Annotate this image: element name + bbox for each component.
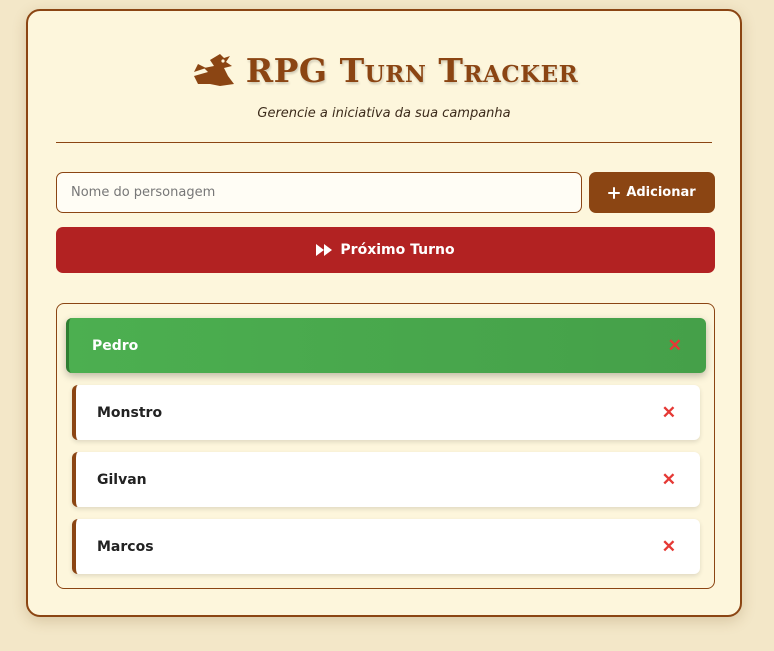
character-name: Pedro bbox=[92, 337, 139, 354]
dragon-icon bbox=[193, 54, 234, 86]
turn-item[interactable]: Monstro ✕ bbox=[72, 385, 700, 440]
next-turn-button[interactable]: Próximo Turno bbox=[56, 227, 715, 273]
turn-item[interactable]: Marcos ✕ bbox=[72, 519, 700, 574]
character-name-input[interactable] bbox=[56, 172, 582, 213]
remove-button[interactable]: ✕ bbox=[662, 471, 676, 488]
remove-button[interactable]: ✕ bbox=[662, 538, 676, 555]
character-name: Gilvan bbox=[97, 471, 147, 488]
next-turn-label: Próximo Turno bbox=[340, 242, 455, 258]
page-title: RPG Turn Tracker bbox=[245, 50, 579, 90]
header: RPG Turn Tracker bbox=[28, 45, 740, 95]
remove-button[interactable]: ✕ bbox=[668, 337, 682, 354]
turn-order-list: Pedro ✕ Monstro ✕ Gilvan ✕ Marcos ✕ bbox=[56, 303, 715, 589]
add-button-label: Adicionar bbox=[626, 185, 696, 200]
character-name: Marcos bbox=[97, 538, 154, 555]
turn-item[interactable]: Gilvan ✕ bbox=[72, 452, 700, 507]
turn-item-active[interactable]: Pedro ✕ bbox=[66, 318, 706, 373]
remove-button[interactable]: ✕ bbox=[662, 404, 676, 421]
add-button[interactable]: Adicionar bbox=[589, 172, 715, 213]
plus-icon bbox=[608, 186, 621, 199]
header-divider bbox=[56, 142, 712, 143]
tracker-card: RPG Turn Tracker Gerencie a iniciativa d… bbox=[26, 9, 742, 617]
character-name: Monstro bbox=[97, 404, 163, 421]
fast-forward-icon bbox=[316, 244, 333, 256]
page-subtitle: Gerencie a iniciativa da sua campanha bbox=[257, 106, 511, 121]
